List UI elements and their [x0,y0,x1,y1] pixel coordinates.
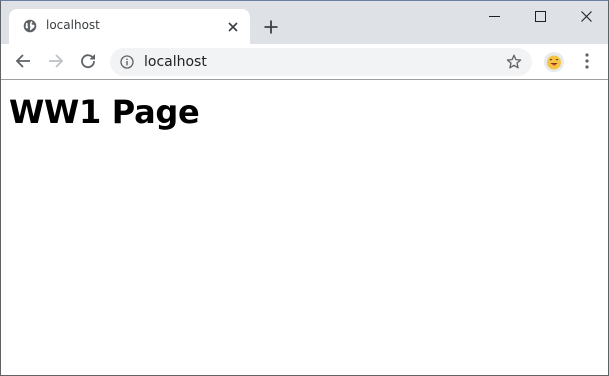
page-heading: WW1 Page [9,93,200,131]
window-close-button[interactable] [563,1,608,31]
minimize-button[interactable] [471,1,517,31]
kebab-menu-icon [585,53,589,69]
reload-button[interactable] [76,49,100,73]
tab-strip: localhost [1,1,608,44]
new-tab-button[interactable] [259,15,283,39]
browser-window: localhost localhost WW1 Page [0,0,609,376]
info-icon[interactable] [120,55,134,69]
reload-icon [81,54,95,69]
maximize-icon [534,10,546,22]
emoji-avatar-icon [544,52,564,72]
close-icon [580,10,592,22]
close-icon [228,22,238,32]
arrow-left-icon [15,54,30,68]
profile-avatar[interactable] [544,52,564,72]
globe-icon [23,19,37,33]
back-button[interactable] [11,49,35,73]
forward-button[interactable] [44,49,68,73]
address-bar[interactable]: localhost [110,48,532,76]
tab-localhost[interactable]: localhost [9,9,250,44]
tab-close-button[interactable] [225,19,241,35]
browser-toolbar: localhost [1,44,608,80]
page-viewport: WW1 Page [1,80,608,375]
minimize-icon [488,15,500,17]
tab-title: localhost [46,18,100,32]
star-icon[interactable] [506,54,522,70]
maximize-button[interactable] [517,1,563,31]
browser-menu-button[interactable] [577,51,597,71]
plus-icon [264,20,278,34]
address-text[interactable]: localhost [144,54,207,70]
arrow-right-icon [49,54,64,68]
